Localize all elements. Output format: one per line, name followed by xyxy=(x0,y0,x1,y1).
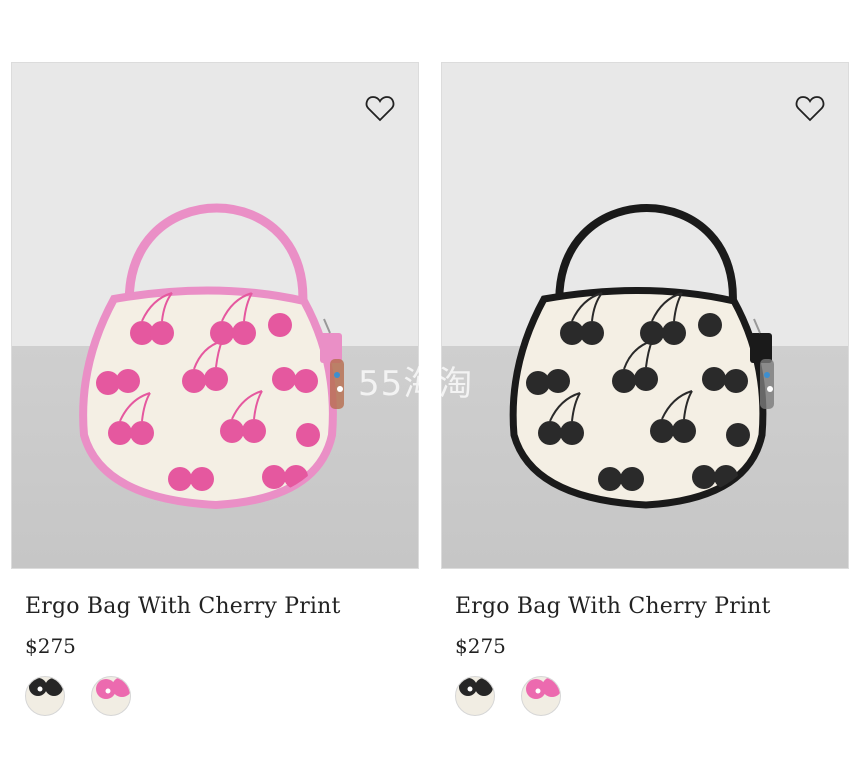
color-swatches xyxy=(25,676,131,716)
product-image[interactable] xyxy=(441,62,849,569)
swatch-black-cherry[interactable] xyxy=(25,676,65,716)
color-swatches xyxy=(455,676,561,716)
product-title[interactable]: Ergo Bag With Cherry Print xyxy=(25,594,341,619)
product-card[interactable]: Ergo Bag With Cherry Print $275 xyxy=(441,62,849,716)
product-card[interactable]: Ergo Bag With Cherry Print $275 xyxy=(11,62,419,716)
product-price: $275 xyxy=(25,634,76,658)
product-price: $275 xyxy=(455,634,506,658)
product-image[interactable] xyxy=(11,62,419,569)
bag-illustration-black xyxy=(509,204,774,509)
wishlist-heart-icon[interactable] xyxy=(794,93,826,123)
bag-illustration-pink xyxy=(79,203,344,510)
wishlist-heart-icon[interactable] xyxy=(364,93,396,123)
swatch-pink-cherry[interactable] xyxy=(91,676,131,716)
swatch-black-cherry[interactable] xyxy=(455,676,495,716)
product-title[interactable]: Ergo Bag With Cherry Print xyxy=(455,594,771,619)
swatch-pink-cherry[interactable] xyxy=(521,676,561,716)
